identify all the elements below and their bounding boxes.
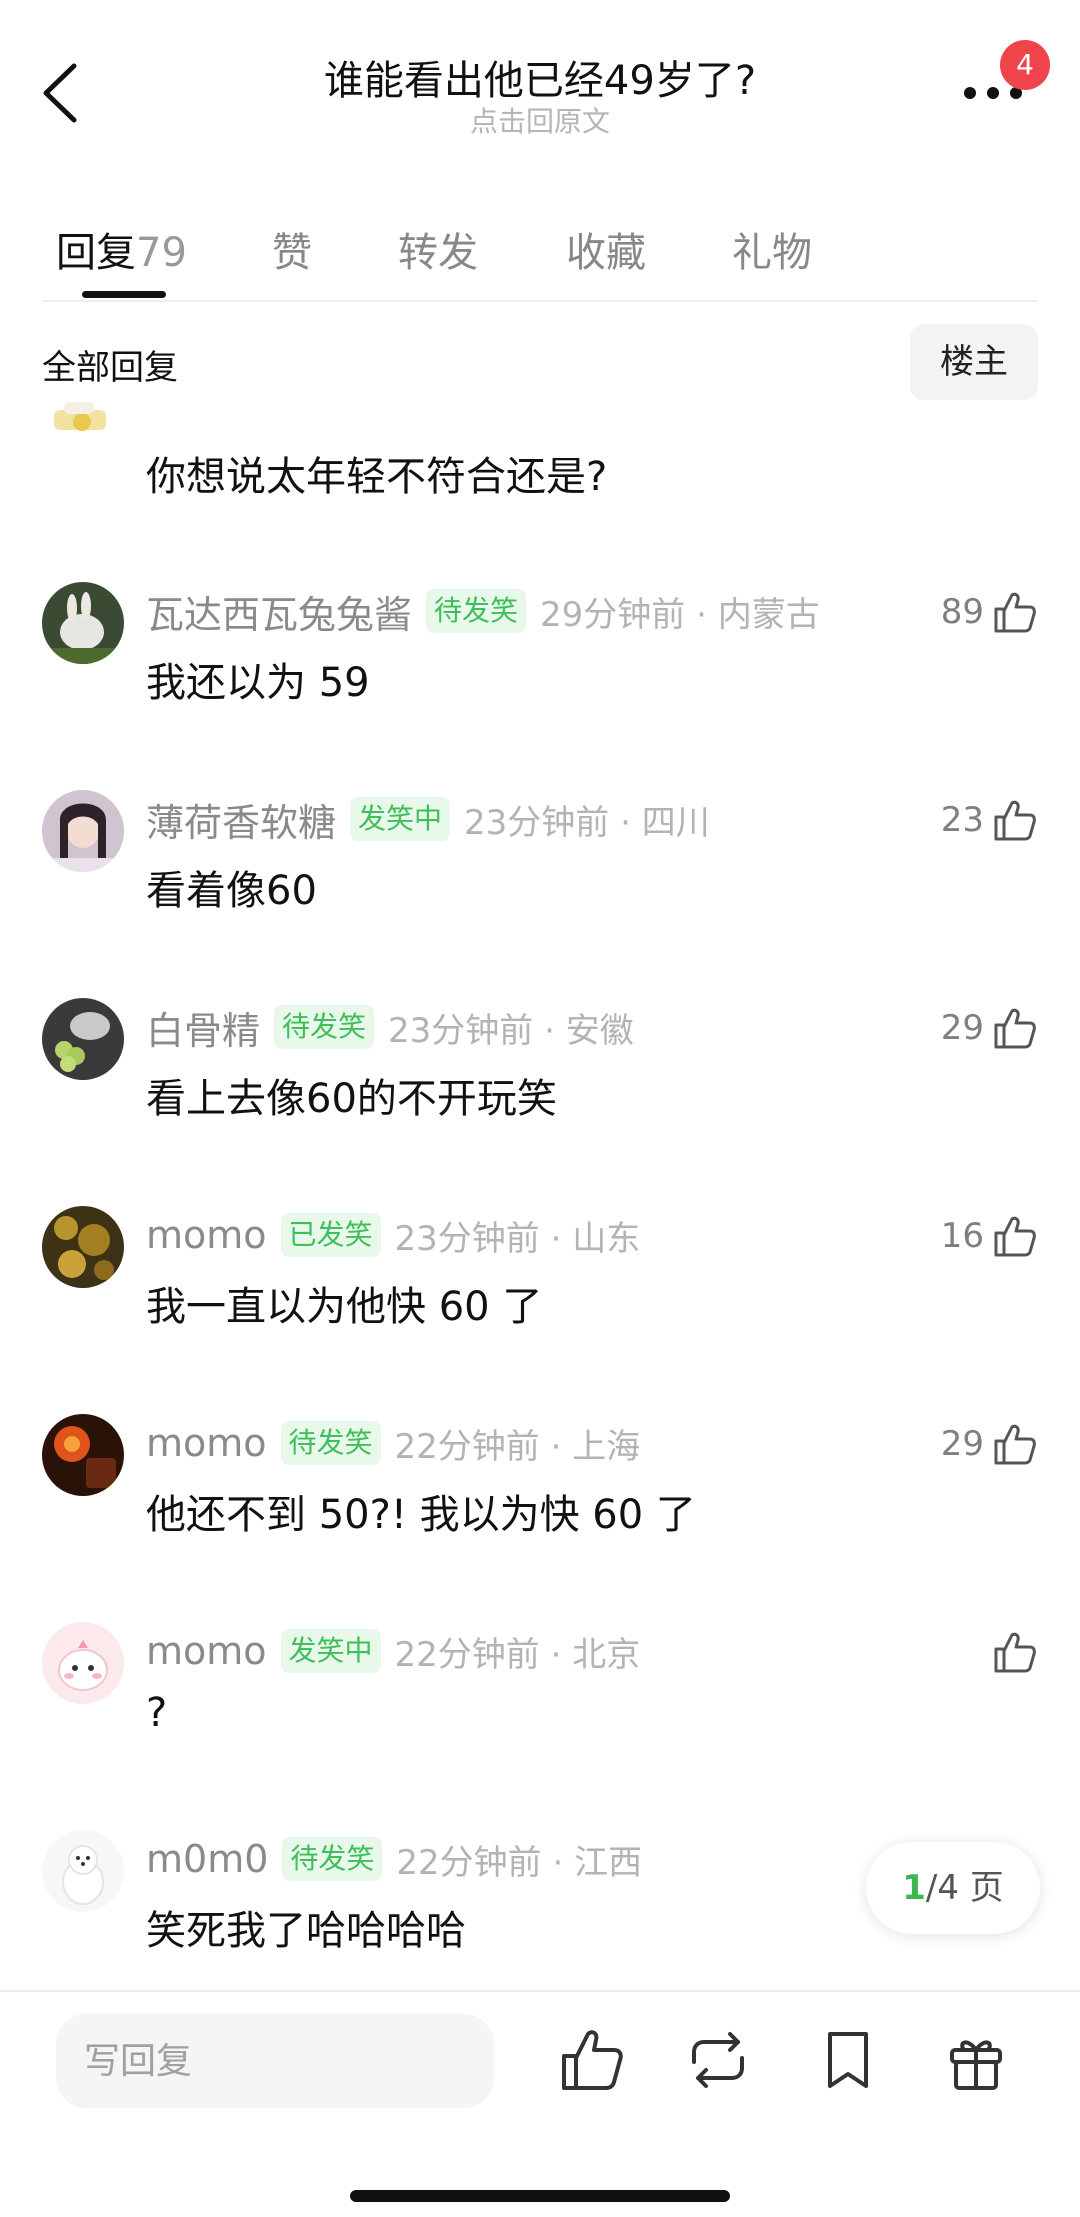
status-badge: 发笑中 <box>280 1629 381 1673</box>
status-badge: 已发笑 <box>280 1213 381 1257</box>
like-button[interactable]: 29 <box>941 1416 1038 1472</box>
thumbs-up-icon <box>994 1008 1036 1049</box>
home-indicator <box>350 2190 730 2202</box>
like-count: 23 <box>940 800 984 840</box>
comment-time-location: 23分钟前 · 山东 <box>394 1218 641 1259</box>
avatar[interactable] <box>42 790 124 872</box>
comment-time-location: 22分钟前 · 江西 <box>396 1842 643 1883</box>
comment-time-location: 23分钟前 · 四川 <box>464 802 710 843</box>
username[interactable]: m0m0 <box>146 1837 268 1881</box>
comment-item: 白骨精 待发笑 23分钟前 · 安徽 29 看上去像60的不开玩笑 <box>0 998 1080 1198</box>
avatar[interactable] <box>46 400 116 460</box>
reply-input[interactable] <box>56 2014 494 2108</box>
comment-item: momo 已发笑 23分钟前 · 山东 16 我一直以为他快 60 了 <box>0 1206 1080 1406</box>
section-title: 全部回复 <box>42 348 178 388</box>
like-count: 29 <box>940 1008 984 1048</box>
page-indicator[interactable]: 1/4 页 <box>866 1842 1040 1934</box>
like-button[interactable]: 23 <box>941 792 1038 848</box>
status-badge: 待发笑 <box>280 1421 381 1465</box>
comment-time-location: 22分钟前 · 北京 <box>394 1634 641 1675</box>
notification-badge: 4 <box>1000 40 1050 90</box>
comment-meta: 薄荷香软糖 发笑中 23分钟前 · 四川 <box>146 792 710 847</box>
username[interactable]: momo <box>146 1421 267 1465</box>
comment-text: 你想说太年轻不符合还是? <box>146 454 608 500</box>
like-button[interactable]: 16 <box>941 1208 1038 1264</box>
comment-meta: momo 已发笑 23分钟前 · 山东 <box>146 1210 640 1260</box>
top-header: 谁能看出他已经49岁了? 点击回原文 4 <box>0 0 1080 170</box>
like-button[interactable]: 29 <box>941 1000 1038 1056</box>
comment-meta: momo 待发笑 22分钟前 · 上海 <box>146 1418 640 1468</box>
comment-text: 我一直以为他快 60 了 <box>146 1284 543 1330</box>
comment-time-location: 29分钟前 · 内蒙古 <box>540 594 820 635</box>
tab-bar: 回复79 赞 转发 收藏 礼物 <box>0 200 1080 300</box>
status-badge: 待发笑 <box>426 589 527 633</box>
comment-text: 他还不到 50?! 我以为快 60 了 <box>146 1492 696 1538</box>
like-icon[interactable] <box>554 2022 630 2098</box>
comment-text: 我还以为 59 <box>146 660 370 706</box>
comment-text: ? <box>146 1690 168 1736</box>
current-page: 1 <box>902 1868 926 1908</box>
like-count: 89 <box>940 592 984 632</box>
tab-replies-label: 回复 <box>56 230 136 276</box>
username[interactable]: momo <box>146 1629 267 1673</box>
bottom-action-bar <box>0 1990 1080 2217</box>
comment-time-location: 23分钟前 · 安徽 <box>388 1010 634 1051</box>
tab-reposts[interactable]: 转发 <box>398 220 478 278</box>
avatar[interactable] <box>42 1414 124 1496</box>
tabs-divider <box>42 300 1038 302</box>
avatar[interactable] <box>42 1206 124 1288</box>
thumbs-up-icon <box>994 1216 1036 1257</box>
status-badge: 待发笑 <box>282 1837 383 1881</box>
comment-item: 薄荷香软糖 发笑中 23分钟前 · 四川 23 看着像60 <box>0 790 1080 990</box>
comment-text: 笑死我了哈哈哈哈 <box>146 1908 466 1954</box>
status-badge: 待发笑 <box>274 1005 375 1049</box>
thumbs-up-icon <box>994 800 1036 841</box>
avatar[interactable] <box>42 1830 124 1912</box>
repost-icon[interactable] <box>680 2022 756 2098</box>
like-button[interactable]: 89 <box>941 584 1038 640</box>
total-pages: /4 页 <box>925 1868 1004 1908</box>
tab-replies[interactable]: 回复79 <box>56 220 187 278</box>
comment-meta: 瓦达西瓦兔兔酱 待发笑 29分钟前 · 内蒙古 <box>146 584 820 639</box>
thumbs-up-icon <box>994 1424 1036 1465</box>
comment-time-location: 22分钟前 · 上海 <box>394 1426 641 1467</box>
like-count: 16 <box>940 1216 984 1256</box>
comment-item: 瓦达西瓦兔兔酱 待发笑 29分钟前 · 内蒙古 89 我还以为 59 <box>0 582 1080 782</box>
tab-likes[interactable]: 赞 <box>272 220 312 278</box>
avatar[interactable] <box>42 582 124 664</box>
comment-text: 看着像60 <box>146 868 317 914</box>
view-original-link[interactable]: 点击回原文 <box>0 100 1080 140</box>
comment-item: momo 发笑中 22分钟前 · 北京 ? <box>0 1622 1080 1822</box>
comment-item: momo 待发笑 22分钟前 · 上海 29 他还不到 50?! 我以为快 60… <box>0 1414 1080 1614</box>
tab-gifts[interactable]: 礼物 <box>732 220 812 278</box>
comment-meta: momo 发笑中 22分钟前 · 北京 <box>146 1626 640 1676</box>
tab-replies-count: 79 <box>136 230 187 276</box>
username[interactable]: 瓦达西瓦兔兔酱 <box>146 584 412 639</box>
bookmark-icon[interactable] <box>810 2022 886 2098</box>
username[interactable]: momo <box>146 1213 267 1257</box>
comment-meta: 白骨精 待发笑 23分钟前 · 安徽 <box>146 1000 634 1055</box>
tab-favorites[interactable]: 收藏 <box>566 220 646 278</box>
like-count: 29 <box>940 1424 984 1464</box>
thumbs-up-icon <box>994 1632 1036 1673</box>
page-title: 谁能看出他已经49岁了? <box>323 58 757 104</box>
like-button[interactable] <box>984 1624 1038 1680</box>
avatar[interactable] <box>42 1622 124 1704</box>
username[interactable]: 白骨精 <box>146 1000 260 1055</box>
floor-owner-filter-button[interactable]: 楼主 <box>910 324 1038 400</box>
comment-meta: m0m0 待发笑 22分钟前 · 江西 <box>146 1834 642 1884</box>
gift-icon[interactable] <box>938 2022 1014 2098</box>
status-badge: 发笑中 <box>350 797 451 841</box>
username[interactable]: 薄荷香软糖 <box>146 792 336 847</box>
active-tab-indicator <box>82 291 166 298</box>
avatar[interactable] <box>42 998 124 1080</box>
thumbs-up-icon <box>994 592 1036 633</box>
comment-text: 看上去像60的不开玩笑 <box>146 1076 557 1122</box>
